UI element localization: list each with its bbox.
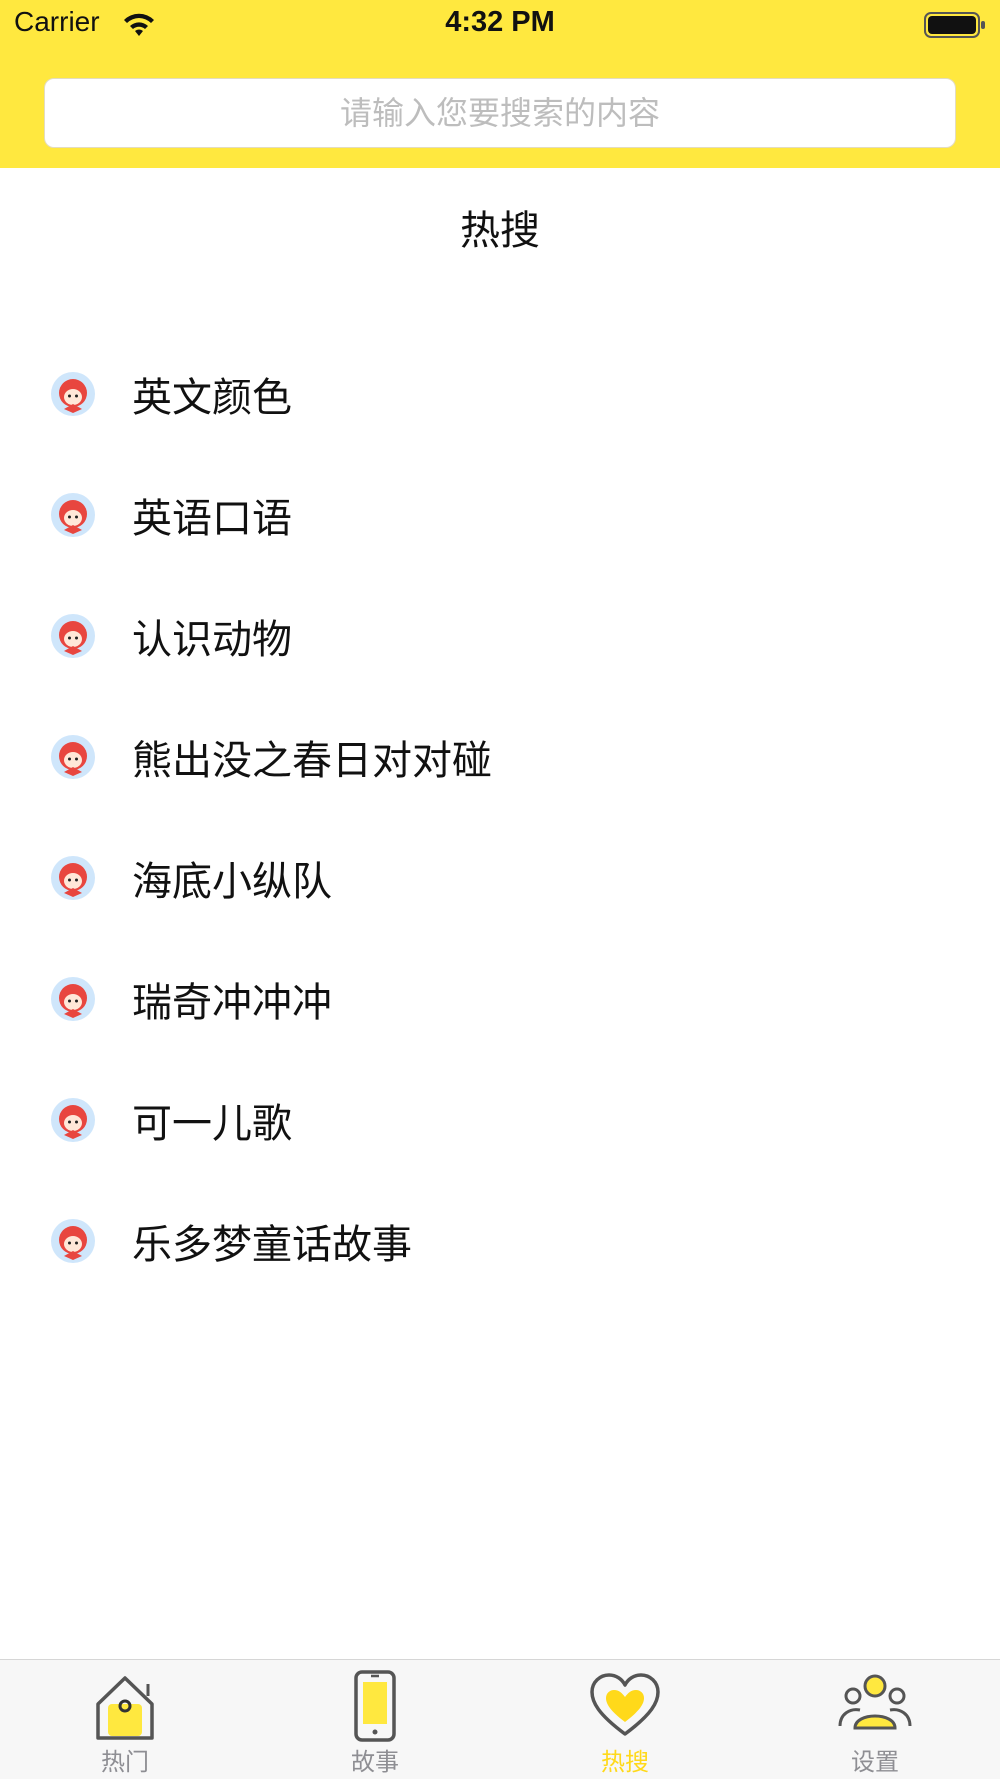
list-item[interactable]: 英文颜色: [0, 333, 1000, 454]
list-item[interactable]: 瑞奇冲冲冲: [0, 938, 1000, 1059]
people-icon: [838, 1674, 912, 1730]
list-item-label: 英文颜色: [132, 374, 292, 421]
list-item[interactable]: 海底小纵队: [0, 817, 1000, 938]
list-item-label: 认识动物: [132, 616, 292, 663]
list-item-label: 瑞奇冲冲冲: [132, 979, 332, 1026]
character-avatar-icon: [51, 855, 95, 900]
search-input[interactable]: [45, 93, 955, 133]
hot-search-list: 英文颜色 英语口语 认识动物 熊出没之春日对对碰 海底小纵队 瑞奇冲冲冲 可一儿…: [0, 333, 1000, 1301]
list-item[interactable]: 英语口语: [0, 454, 1000, 575]
battery-icon: [924, 12, 985, 38]
header: Carrier 4:32 PM: [0, 0, 1000, 168]
tab-label: 故事: [351, 1748, 399, 1776]
list-item-label: 熊出没之春日对对碰: [132, 737, 492, 784]
tab-settings[interactable]: 设置: [750, 1660, 1000, 1779]
page-title: 热搜: [460, 208, 540, 254]
tab-story[interactable]: 故事: [250, 1660, 500, 1779]
search-bar[interactable]: [44, 78, 956, 148]
phone-icon: [354, 1670, 396, 1742]
tab-bar: 热门 故事 热搜 设置: [0, 1659, 1000, 1779]
list-item[interactable]: 熊出没之春日对对碰: [0, 696, 1000, 817]
clock: 4:32 PM: [445, 6, 555, 38]
character-avatar-icon: [51, 613, 95, 658]
status-bar: Carrier 4:32 PM: [0, 0, 1000, 52]
tab-hot[interactable]: 热门: [0, 1660, 250, 1779]
list-item-label: 可一儿歌: [132, 1100, 292, 1147]
tab-label: 热门: [101, 1748, 149, 1776]
tab-label: 热搜: [601, 1748, 649, 1776]
heart-icon: [590, 1673, 660, 1736]
character-avatar-icon: [51, 976, 95, 1021]
tab-label: 设置: [851, 1748, 899, 1776]
list-item-label: 英语口语: [132, 495, 292, 542]
list-item[interactable]: 可一儿歌: [0, 1059, 1000, 1180]
list-item[interactable]: 认识动物: [0, 575, 1000, 696]
character-avatar-icon: [51, 371, 95, 416]
character-avatar-icon: [51, 492, 95, 537]
list-item-label: 海底小纵队: [132, 858, 332, 905]
character-avatar-icon: [51, 1097, 95, 1142]
character-avatar-icon: [51, 734, 95, 779]
tab-hot-search[interactable]: 热搜: [500, 1660, 750, 1779]
list-item[interactable]: 乐多梦童话故事: [0, 1180, 1000, 1301]
house-icon: [96, 1676, 154, 1740]
list-item-label: 乐多梦童话故事: [132, 1221, 412, 1268]
character-avatar-icon: [51, 1218, 95, 1263]
